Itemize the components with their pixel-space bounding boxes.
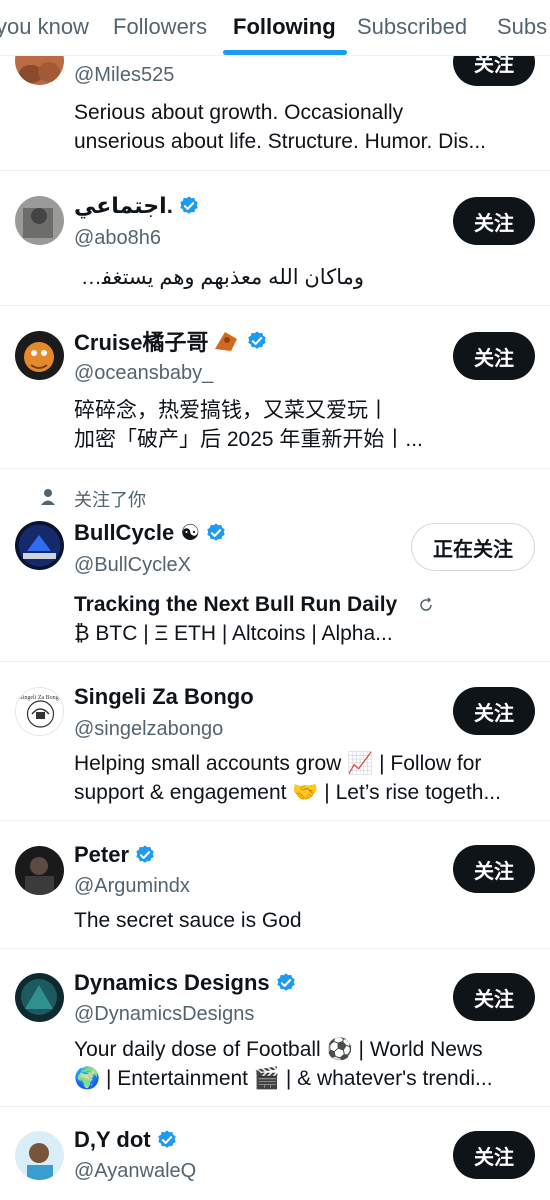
follows-you-label: 关注了你 [74,490,146,510]
user-name-line: BullCycle ☯ [74,518,227,548]
user-name: Singeli Za Bongo [74,684,254,709]
user-bio: support & engagement 🤝 | Let’s rise toge… [74,781,501,804]
user-name-line: اجتماعي. [74,191,200,221]
list-item[interactable]: Cruise橘子哥 @oceansbaby_ 碎碎念，热爱搞钱，又菜又爱玩丨 加… [0,306,550,469]
follow-button[interactable]: 关注 [453,845,535,893]
active-tab-indicator [223,50,347,55]
user-bio: Tracking the Next Bull Run Daily [74,593,398,616]
user-handle: @Miles525 [74,64,175,86]
user-name-line: Dynamics Designs [74,968,297,998]
follow-button[interactable]: 关注 [453,1131,535,1179]
user-bio: unserious about life. Structure. Humor. … [74,130,487,153]
verified-badge-icon [136,845,154,863]
list-item[interactable]: Singeli Za Bongo Singeli Za Bongo @singe… [0,662,550,821]
verified-badge-icon [180,196,198,214]
following-button[interactable]: 正在关注 [411,523,535,571]
avatar[interactable]: Singeli Za Bongo [15,687,64,736]
user-bio: Serious about growth. Occasionally [74,101,404,124]
avatar-logo-text: Singeli Za Bongo [19,695,61,701]
tab-bar: you know Followers Following Subscribed … [0,0,550,56]
follow-button[interactable]: 关注 [453,197,535,245]
user-name: Cruise橘子哥 [74,330,209,355]
user-bio: The secret sauce is God [74,909,302,932]
tab-subscriptions[interactable]: Subs [497,12,547,42]
verified-badge-icon [207,523,225,541]
follow-button[interactable]: 关注 [453,973,535,1021]
user-name: اجتماعي. [74,193,173,218]
verified-badge-icon [248,331,267,349]
avatar[interactable] [15,521,64,570]
follow-button[interactable]: 关注 [453,332,535,380]
user-handle: @abo8h6 [74,227,162,249]
list-item[interactable]: اجتماعي. @abo8h6 وماكان الله معذبهم وهم … [0,171,550,306]
user-handle: @DynamicsDesigns [74,1003,255,1025]
user-bio: 碎碎念，热爱搞钱，又菜又爱玩丨 [74,399,389,422]
avatar[interactable] [15,1131,64,1180]
user-handle: @oceansbaby_ [74,362,214,384]
person-icon [41,489,55,505]
user-bio: 加密「破产」后 2025 年重新开始丨... [74,428,423,451]
follow-button[interactable]: 关注 [453,687,535,735]
user-handle: @AyanwaleQ [74,1160,197,1182]
tab-people-you-know[interactable]: you know [0,12,89,42]
user-name-line: Cruise橘子哥 [74,326,268,356]
user-name-line: D,Y dot [74,1125,178,1155]
user-name-line: Singeli Za Bongo [74,682,254,712]
verified-badge-icon [276,973,295,991]
refresh-icon [420,597,432,611]
user-bio: Helping small accounts grow 📈 | Follow f… [74,752,482,775]
list-item[interactable]: D,Y dot @AyanwaleQ 关注 [0,1107,550,1200]
avatar[interactable] [15,846,64,895]
user-handle: @singelzabongo [74,718,224,740]
list-item[interactable]: 关注了你 BullCycle ☯ @BullCycleX Tracking th… [0,469,550,662]
user-name-line: Peter [74,840,156,870]
user-name: Peter [74,842,130,867]
list-item[interactable]: Dynamics Designs @DynamicsDesigns Your d… [0,949,550,1107]
mascot-emoji-icon [215,332,238,351]
tab-subscribed[interactable]: Subscribed [357,12,467,42]
user-name: Dynamics Designs [74,970,270,995]
tab-followers[interactable]: Followers [113,12,207,42]
user-bio: وماكان الله معذبهم وهم يستغفرون.. [74,266,364,289]
user-bio: ₿ BTC | Ξ ETH | Altcoins | Alpha... [74,622,393,645]
verified-badge-icon [157,1130,176,1148]
user-bio: Your daily dose of Football ⚽ | World Ne… [74,1038,483,1061]
avatar[interactable] [15,196,64,245]
user-name: D,Y dot [74,1127,151,1152]
user-name: BullCycle ☯ [74,520,201,545]
avatar[interactable] [15,331,64,380]
avatar[interactable] [15,973,64,1022]
user-handle: @BullCycleX [74,554,192,576]
user-handle: @Argumindx [74,875,190,897]
list-item[interactable]: Peter @Argumindx The secret sauce is God… [0,821,550,949]
user-bio: 🌍 | Entertainment 🎬 | & whatever's trend… [74,1067,493,1090]
tab-following[interactable]: Following [233,12,336,42]
